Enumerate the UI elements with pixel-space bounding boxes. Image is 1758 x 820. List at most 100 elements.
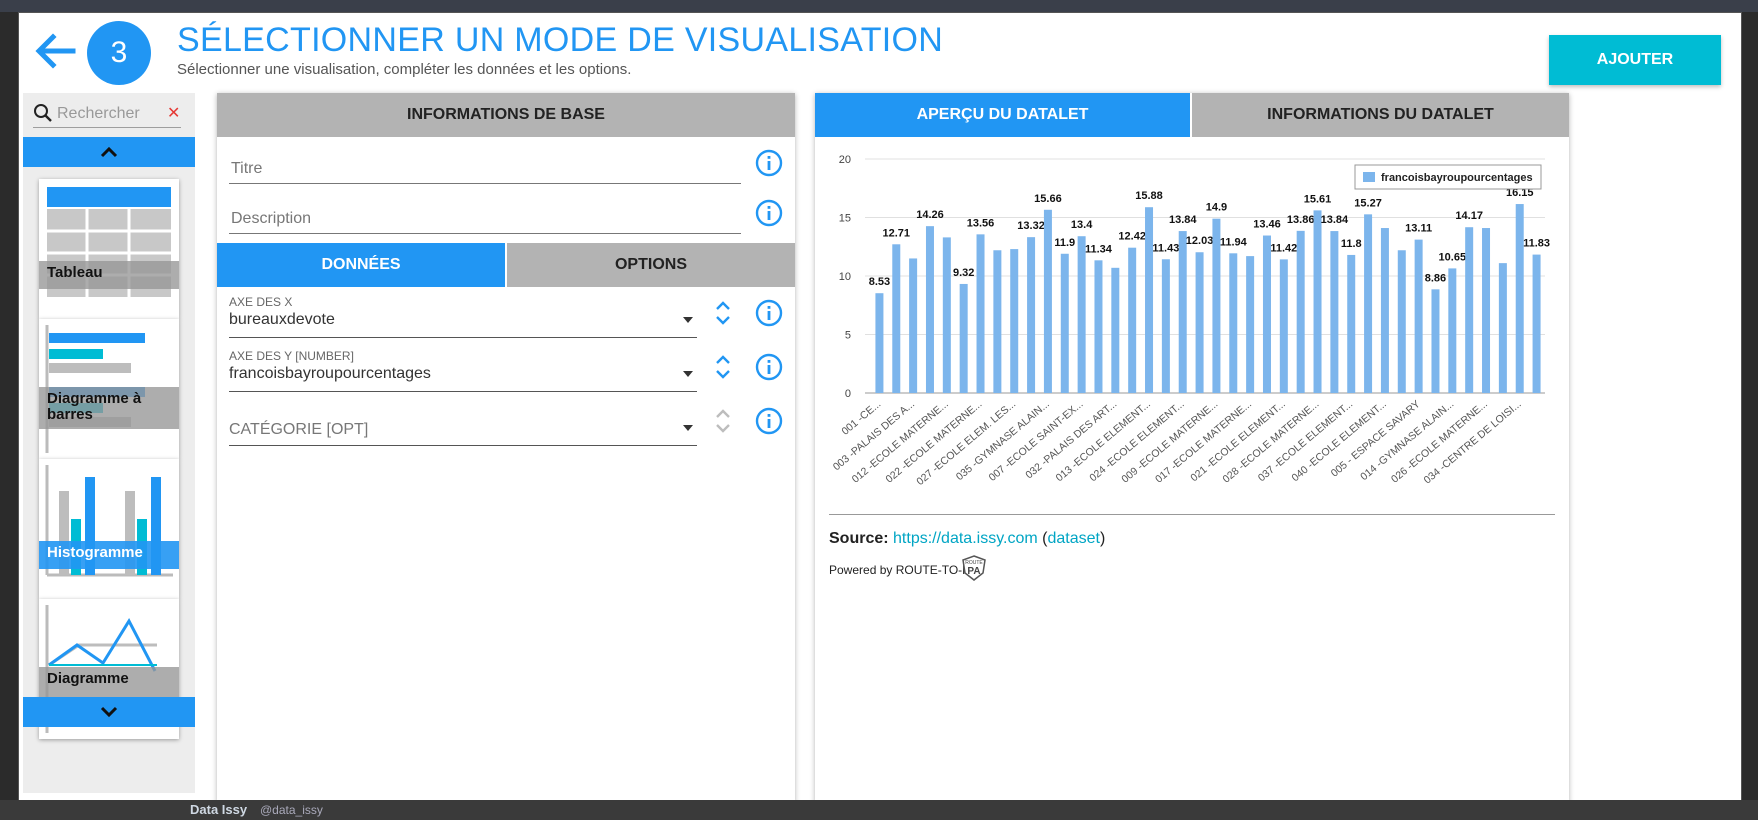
description-input[interactable] — [229, 205, 733, 233]
bar — [1128, 247, 1137, 393]
basic-info-header: INFORMATIONS DE BASE — [217, 93, 795, 137]
tab-options[interactable]: OPTIONS — [507, 243, 795, 287]
data-label: 13.86 — [1287, 214, 1315, 226]
source-label: Source: — [829, 530, 889, 547]
bar — [1364, 214, 1373, 393]
add-button[interactable]: AJOUTER — [1549, 35, 1721, 85]
scroll-down-button[interactable] — [23, 697, 195, 727]
bar — [1229, 253, 1238, 393]
data-label: 15.88 — [1135, 190, 1163, 202]
data-label: 12.71 — [883, 227, 911, 239]
vis-card-label: Diagramme à barres — [39, 387, 179, 429]
data-label: 11.94 — [1220, 236, 1248, 248]
data-label: 12.42 — [1118, 231, 1146, 243]
vis-card-label: Tableau — [39, 261, 179, 289]
legend-swatch — [1363, 172, 1375, 182]
data-label: 14.9 — [1206, 202, 1227, 214]
data-label: 11.42 — [1270, 242, 1297, 254]
visualization-sidebar: ✕ Tableau — [23, 93, 195, 793]
data-label: 15.66 — [1034, 193, 1062, 205]
source-link[interactable]: https://data.issy.com — [893, 530, 1038, 547]
vis-card-histogram[interactable]: Histogramme — [39, 459, 179, 599]
chart-divider — [829, 514, 1555, 515]
bar — [1195, 252, 1204, 393]
histogram-thumbnail-icon — [45, 465, 173, 577]
search-input[interactable] — [55, 101, 163, 127]
x-axis-select[interactable]: AXE DES X bureauxdevote — [229, 293, 697, 338]
vis-card-bar-chart[interactable]: Diagramme à barres — [39, 319, 179, 459]
bar — [1347, 254, 1356, 393]
bar — [1532, 254, 1541, 393]
tab-datalet-preview[interactable]: APERÇU DU DATALET — [815, 93, 1190, 137]
bar — [1296, 230, 1305, 393]
data-label: 13.46 — [1253, 219, 1281, 231]
info-icon[interactable] — [755, 199, 783, 227]
svg-text:PA: PA — [967, 566, 980, 577]
data-label: 14.26 — [916, 209, 944, 221]
bar — [909, 258, 918, 393]
data-label: 9.32 — [953, 267, 974, 279]
search-icon — [34, 104, 52, 122]
back-arrow-icon[interactable] — [33, 29, 77, 73]
category-placeholder: CATÉGORIE [OPT] — [229, 421, 369, 438]
datalet-preview-panel: APERÇU DU DATALET INFORMATIONS DU DATALE… — [815, 93, 1569, 803]
info-icon[interactable] — [755, 299, 783, 327]
data-label: 15.27 — [1354, 197, 1382, 209]
page-title: SÉLECTIONNER UN MODE DE VISUALISATION — [177, 21, 944, 59]
data-label: 13.4 — [1071, 219, 1093, 231]
vis-card-table[interactable]: Tableau — [39, 179, 179, 319]
bar — [1414, 239, 1423, 393]
visualization-modal: 3 SÉLECTIONNER UN MODE DE VISUALISATION … — [18, 12, 1742, 803]
data-label: 15.61 — [1304, 193, 1332, 205]
data-label: 10.65 — [1439, 251, 1467, 263]
legend-label: francoisbayroupourcentages — [1381, 172, 1533, 184]
bar — [1010, 249, 1019, 393]
vis-card-label: Histogramme — [39, 541, 179, 569]
bar — [1397, 250, 1406, 393]
y-axis-label: AXE DES Y [NUMBER] — [229, 349, 354, 363]
y-axis-select[interactable]: AXE DES Y [NUMBER] francoisbayroupourcen… — [229, 347, 697, 392]
data-label: 13.32 — [1017, 220, 1045, 232]
title-input[interactable] — [229, 155, 733, 183]
bar — [959, 283, 968, 393]
route-to-pa-logo: PA ROUTE — [962, 555, 986, 581]
dataset-link[interactable]: dataset — [1047, 530, 1099, 547]
sort-arrows-icon[interactable] — [713, 353, 733, 381]
bar — [1498, 263, 1507, 393]
tab-datalet-info[interactable]: INFORMATIONS DU DATALET — [1192, 93, 1569, 137]
bar — [1515, 204, 1524, 393]
dropdown-caret-icon — [683, 371, 693, 377]
category-select[interactable]: CATÉGORIE [OPT] — [229, 401, 697, 446]
bar — [1313, 210, 1322, 393]
data-label: 14.17 — [1455, 210, 1483, 222]
info-icon[interactable] — [755, 353, 783, 381]
data-label: 12.03 — [1186, 235, 1214, 247]
svg-text:ROUTE: ROUTE — [965, 560, 983, 566]
description-field — [229, 197, 741, 234]
background-app-subtext: @data_issy — [260, 803, 323, 817]
x-axis-label: AXE DES X — [229, 295, 293, 309]
info-icon[interactable] — [755, 407, 783, 435]
bar — [1060, 253, 1069, 393]
y-tick-label: 15 — [839, 213, 851, 225]
bar — [1262, 235, 1271, 393]
clear-search-icon[interactable]: ✕ — [167, 103, 180, 123]
info-icon[interactable] — [755, 149, 783, 177]
bar — [993, 250, 1002, 393]
bar — [976, 234, 985, 393]
bar — [1027, 237, 1036, 393]
tab-data[interactable]: DONNÉES — [217, 243, 505, 287]
bar — [1431, 289, 1440, 393]
bar — [875, 293, 884, 393]
bar — [1465, 227, 1474, 393]
title-field — [229, 147, 741, 184]
bar — [892, 244, 901, 393]
scroll-up-button[interactable] — [23, 137, 195, 167]
data-label: 13.56 — [967, 217, 995, 229]
bar — [1482, 228, 1491, 393]
search-box: ✕ — [33, 99, 181, 128]
x-axis-value: bureauxdevote — [229, 311, 335, 328]
sort-arrows-icon[interactable] — [713, 299, 733, 327]
data-label: 13.11 — [1405, 223, 1432, 235]
background-window-strip-bottom: Data Issy @data_issy — [0, 800, 1758, 820]
